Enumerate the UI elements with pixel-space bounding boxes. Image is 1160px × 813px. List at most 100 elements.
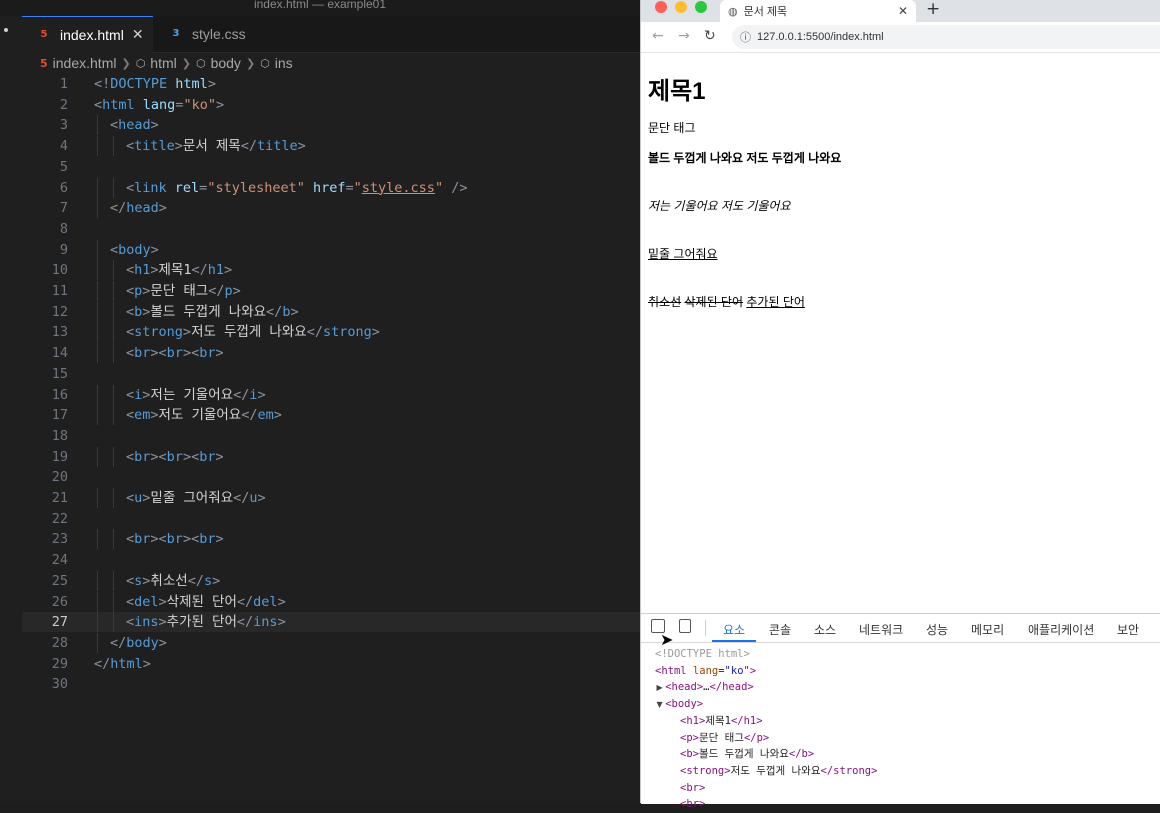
activity-bar-indicator	[4, 28, 8, 32]
code-token: <	[126, 448, 135, 465]
code-token: </	[110, 200, 127, 217]
maximize-window-button[interactable]	[695, 1, 707, 13]
code-line[interactable]: 25 <s>취소선</s>	[22, 570, 640, 591]
devtools-tab-performance[interactable]: 성능	[926, 621, 948, 638]
line-number: 22	[51, 510, 68, 527]
devtools-tab-console[interactable]: 콘솔	[769, 621, 791, 638]
dom-node[interactable]: <p>문단 태그</p>	[680, 730, 769, 747]
forward-arrow-icon[interactable]: →	[678, 28, 690, 44]
devtools-tab-memory[interactable]: 메모리	[971, 621, 1004, 638]
breadcrumb-item-ins[interactable]: ⬡ ins	[260, 55, 293, 71]
code-token: </	[240, 138, 257, 155]
dom-node[interactable]: <strong>저도 두껍게 나와요</strong>	[680, 763, 877, 780]
code-line[interactable]: 29 </html>	[22, 654, 640, 674]
code-line[interactable]: 6 <link rel="stylesheet" href="style.css"…	[22, 177, 640, 198]
close-window-button[interactable]	[655, 1, 667, 13]
close-icon[interactable]: ✕	[132, 27, 144, 43]
dom-node[interactable]: ▶ <head>…</head>	[657, 679, 754, 697]
device-toolbar-icon[interactable]	[679, 619, 691, 633]
breadcrumb-item-html[interactable]: ⬡ html	[136, 55, 177, 71]
dom-node[interactable]: <!DOCTYPE html>	[655, 646, 750, 663]
code-line[interactable]: 14 <br><br><br>	[22, 343, 640, 364]
code-text: <i>저는 기울어요</i>	[126, 385, 266, 405]
collapse-triangle-icon[interactable]: ▼	[657, 700, 666, 709]
tab-index-html[interactable]: 5 index.html ✕	[22, 16, 153, 53]
code-line[interactable]: 8	[22, 219, 640, 239]
code-line[interactable]: 4 <title>문서 제목</title>	[22, 136, 640, 157]
code-line[interactable]: 26 <del>삭제된 단어</del>	[22, 591, 640, 612]
expand-triangle-icon[interactable]: ▶	[657, 683, 666, 692]
dom-token: <head>	[665, 681, 704, 694]
devtools-tab-sources[interactable]: 소스	[814, 621, 836, 638]
code-line[interactable]: 12 <b>볼드 두껍게 나와요</b>	[22, 301, 640, 322]
devtools-tab-network[interactable]: 네트워크	[859, 621, 903, 638]
code-area[interactable]: 1 <!DOCTYPE html> 2 <html lang="ko"> 3 <head>…	[22, 74, 640, 803]
line-number: 2	[59, 96, 68, 113]
code-line[interactable]: 23 <br><br><br>	[22, 529, 640, 550]
code-line[interactable]: 3 <head>	[22, 115, 640, 136]
code-token: del	[134, 593, 159, 610]
line-number: 3	[59, 117, 68, 134]
new-tab-button[interactable]: +	[926, 0, 940, 19]
code-line[interactable]: 2 <html lang="ko">	[22, 95, 640, 115]
code-line[interactable]: 27 <ins>추가된 단어</ins>	[22, 612, 640, 633]
dom-token: </strong>	[820, 764, 878, 777]
dom-token: <body>	[665, 698, 704, 711]
code-line[interactable]: 16 <i>저는 기울어요</i>	[22, 384, 640, 405]
minimize-window-button[interactable]	[675, 1, 687, 13]
devtools-tab-security[interactable]: 보안	[1117, 621, 1139, 638]
breadcrumb-item-body[interactable]: ⬡ body	[196, 55, 241, 71]
close-icon[interactable]: ✕	[898, 4, 908, 18]
code-token: >	[207, 76, 216, 92]
dom-node[interactable]: <html lang="ko">	[655, 663, 756, 680]
dom-tree[interactable]: <!DOCTYPE html> <html lang="ko"> ▶ <head>……	[641, 643, 1160, 810]
code-token: >	[174, 138, 183, 155]
code-line[interactable]: 10 <h1>제목1</h1>	[22, 260, 640, 281]
element-icon: ⬡	[260, 56, 270, 70]
reload-icon[interactable]: ↻	[704, 28, 716, 44]
code-line[interactable]: 11 <p>문단 태그</p>	[22, 281, 640, 301]
code-token: 저도 두껍게 나와요	[191, 324, 307, 341]
dom-node[interactable]: <b>볼드 두껍게 나와요</b>	[680, 746, 814, 763]
dom-token: <br>	[680, 781, 706, 794]
code-line[interactable]: 22	[22, 509, 640, 529]
code-line[interactable]: 5	[22, 157, 640, 177]
page-paragraph: 문단 태그	[648, 121, 696, 135]
code-line[interactable]: 30	[22, 674, 640, 694]
devtools-tab-elements[interactable]: 요소	[723, 621, 745, 638]
code-text: <ins>추가된 단어</ins>	[126, 612, 286, 632]
code-token: strong	[134, 324, 183, 341]
code-line[interactable]: 21 <u>밑줄 그어줘요</u>	[22, 488, 640, 508]
info-icon: ⓘ	[740, 31, 751, 44]
tab-style-css[interactable]: 3 style.css	[154, 16, 272, 52]
code-line[interactable]: 24	[22, 550, 640, 570]
indent-guide	[97, 301, 98, 322]
code-line[interactable]: 15	[22, 364, 640, 384]
code-line[interactable]: 13 <strong>저도 두껍게 나와요</strong>	[22, 322, 640, 343]
indent-guide	[97, 260, 98, 281]
indent-guide	[97, 239, 98, 260]
browser-tab[interactable]: ◍ 문서 제목 ✕	[720, 0, 916, 22]
code-line[interactable]: 28 </body>	[22, 632, 640, 653]
indent-guide	[113, 570, 114, 591]
code-line[interactable]: 20	[22, 467, 640, 487]
code-line[interactable]: 19 <br><br><br>	[22, 446, 640, 467]
devtools-tab-application[interactable]: 애플리케이션	[1028, 621, 1094, 638]
code-editor: index.html — example01 5 index.html ✕ 3 …	[0, 0, 640, 803]
code-line[interactable]: 7 </head>	[22, 198, 640, 219]
dom-node[interactable]: <br>	[680, 796, 705, 813]
code-line[interactable]: 17 <em>저도 기울어요</em>	[22, 405, 640, 426]
address-bar[interactable]: ⓘ 127.0.0.1:5500/index.html	[732, 25, 1160, 49]
breadcrumb-item-file[interactable]: 5 index.html	[40, 55, 116, 71]
code-line[interactable]: 9 <body>	[22, 239, 640, 260]
back-arrow-icon[interactable]: ←	[652, 28, 664, 44]
code-token: <	[126, 490, 135, 506]
dom-node[interactable]: <h1>제목1</h1>	[680, 713, 763, 730]
dom-node[interactable]: <br>	[680, 780, 705, 797]
code-token: <	[126, 407, 135, 424]
breadcrumb: 5 index.html ❯ ⬡ html ❯ ⬡ body ❯ ⬡ ins	[40, 54, 293, 72]
code-line[interactable]: 1 <!DOCTYPE html>	[22, 74, 640, 94]
dom-node[interactable]: ▼ <body>	[657, 696, 704, 714]
line-number: 12	[51, 303, 68, 320]
code-line[interactable]: 18	[22, 426, 640, 446]
